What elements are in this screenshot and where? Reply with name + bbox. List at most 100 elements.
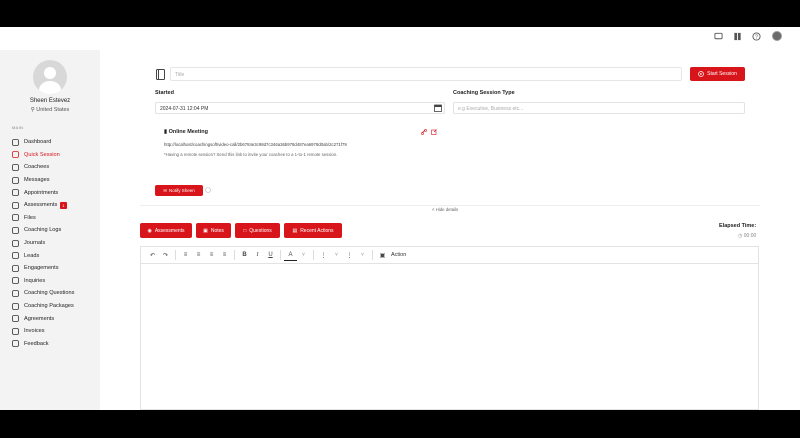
elapsed-time-label: Elapsed Time: bbox=[719, 223, 757, 229]
notes-tab-icon: ▣ bbox=[203, 227, 208, 234]
details-divider bbox=[140, 205, 760, 206]
sidebar-item-label: Quick Session bbox=[24, 151, 60, 158]
external-link-icon[interactable] bbox=[431, 129, 437, 135]
appointments-icon bbox=[11, 189, 19, 196]
video-icon: ▮ bbox=[164, 129, 168, 135]
title-row: Title Start Session bbox=[152, 67, 745, 81]
sidebar-section-label: MAIN bbox=[12, 125, 24, 130]
align-right-icon[interactable]: ≡ bbox=[205, 249, 218, 261]
tab-assessments[interactable]: ◉ Assessments bbox=[140, 223, 192, 238]
sidebar-item-appointments[interactable]: Appointments bbox=[11, 186, 96, 199]
tab-notes[interactable]: ▣ Notes bbox=[196, 223, 231, 238]
sidebar-item-assessments[interactable]: Assessments 1 bbox=[11, 199, 96, 212]
user-name: Sheen Estevez bbox=[29, 98, 71, 104]
svg-text:?: ? bbox=[755, 34, 758, 40]
tab-questions[interactable]: □ Questions bbox=[235, 223, 280, 238]
align-center-icon[interactable]: ≡ bbox=[192, 249, 205, 261]
started-input[interactable]: 2024-07-31 12:04 PM bbox=[155, 102, 445, 114]
numbered-list-icon[interactable]: ⋮ bbox=[343, 249, 356, 261]
sidebar-item-label: Journals bbox=[24, 240, 46, 247]
sidebar-item-label: Appointments bbox=[24, 189, 59, 196]
clock-icon: ◷ bbox=[738, 233, 743, 239]
chevron-down-icon[interactable]: ˅ bbox=[297, 249, 310, 261]
title-input[interactable]: Title bbox=[170, 67, 682, 81]
book-icon[interactable] bbox=[733, 32, 742, 41]
coaching-logs-icon bbox=[11, 227, 19, 234]
chevron-down-icon[interactable]: ˅ bbox=[330, 249, 343, 261]
agreements-icon bbox=[11, 315, 19, 322]
sidebar-item-inquiries[interactable]: Inquiries bbox=[11, 275, 96, 288]
sidebar-item-coaching-logs[interactable]: Coaching Logs bbox=[11, 224, 96, 237]
session-type-label: Coaching Session Type bbox=[453, 90, 515, 96]
sidebar-item-dashboard[interactable]: Dashboard bbox=[11, 136, 96, 149]
sidebar-item-label: Agreements bbox=[24, 315, 55, 322]
help-circle-icon[interactable]: ? bbox=[752, 32, 761, 41]
sidebar-nav: Dashboard Quick Session Coachees Messages Ap… bbox=[11, 136, 96, 350]
calendar-icon[interactable] bbox=[434, 104, 442, 112]
chat-icon[interactable] bbox=[714, 32, 723, 41]
coaching-questions-icon bbox=[11, 290, 19, 297]
sidebar-item-engagements[interactable]: Engagements bbox=[11, 262, 96, 275]
sidebar-item-coaching-questions[interactable]: Coaching Questions bbox=[11, 287, 96, 300]
sidebar-item-label: Messages bbox=[24, 177, 50, 184]
feedback-icon bbox=[11, 340, 19, 348]
sidebar-item-coaching-packages[interactable]: Coaching Packages bbox=[11, 300, 96, 313]
sidebar-item-messages[interactable]: Messages bbox=[11, 174, 96, 187]
start-session-button[interactable]: Start Session bbox=[690, 67, 745, 81]
questions-tab-icon: □ bbox=[243, 227, 247, 234]
messages-icon bbox=[11, 176, 19, 184]
align-justify-icon[interactable]: ≡ bbox=[218, 249, 231, 261]
sidebar-item-coachees[interactable]: Coachees bbox=[11, 161, 96, 174]
bullet-list-icon[interactable]: ⋮ bbox=[317, 249, 330, 261]
sidebar-item-label: Engagements bbox=[24, 265, 59, 272]
hide-details-toggle[interactable]: ˄ Hide details bbox=[432, 207, 458, 212]
user-avatar-small[interactable] bbox=[772, 31, 782, 41]
chevron-down-icon[interactable]: ˅ bbox=[356, 249, 369, 261]
notify-button[interactable]: ✉ Notify Sheen bbox=[155, 185, 203, 196]
redo-icon[interactable]: ↷ bbox=[159, 249, 172, 261]
sidebar-item-journals[interactable]: Journals bbox=[11, 237, 96, 250]
sidebar-item-quick-session[interactable]: Quick Session bbox=[11, 149, 96, 162]
underline-icon[interactable]: U bbox=[264, 249, 277, 261]
italic-icon[interactable]: I bbox=[251, 249, 264, 261]
editor-toolbar: ↶ ↷ ≡ ≡ ≡ ≡ B I U A ˅ ⋮ ˅ ⋮ ˅ ▣ Action bbox=[141, 247, 758, 264]
dashboard-icon bbox=[11, 138, 19, 146]
engagements-icon bbox=[11, 264, 19, 272]
chevron-up-icon: ˄ bbox=[432, 207, 435, 212]
elapsed-time-value: ◷ 00:00 bbox=[738, 233, 757, 239]
question-icon[interactable] bbox=[205, 187, 211, 193]
sidebar-item-label: Files bbox=[24, 214, 36, 221]
action-icon[interactable]: ▣ bbox=[376, 249, 389, 261]
online-meeting-title: ▮ Online Meeting bbox=[164, 129, 208, 135]
sidebar-item-agreements[interactable]: Agreements bbox=[11, 312, 96, 325]
tab-recent-actions[interactable]: ▤ Recent Actions bbox=[284, 223, 342, 238]
sidebar-item-files[interactable]: Files bbox=[11, 212, 96, 225]
action-button-label[interactable]: Action bbox=[391, 252, 406, 258]
sidebar-item-feedback[interactable]: Feedback bbox=[11, 338, 96, 351]
text-color-icon[interactable]: A bbox=[284, 249, 297, 261]
undo-icon[interactable]: ↶ bbox=[146, 249, 159, 261]
files-icon bbox=[11, 214, 19, 222]
session-type-input[interactable]: e.g Executive, Business etc... bbox=[453, 102, 745, 114]
document-icon bbox=[156, 69, 165, 80]
sidebar-item-leads[interactable]: Leads bbox=[11, 249, 96, 262]
sidebar-item-label: Coaching Logs bbox=[24, 227, 62, 234]
link-icon[interactable] bbox=[421, 129, 427, 135]
align-left-icon[interactable]: ≡ bbox=[179, 249, 192, 261]
sidebar-item-label: Dashboard bbox=[24, 139, 52, 146]
location-pin-icon: ⚲ bbox=[30, 107, 35, 113]
rich-text-editor[interactable]: ↶ ↷ ≡ ≡ ≡ ≡ B I U A ˅ ⋮ ˅ ⋮ ˅ ▣ Action bbox=[140, 246, 759, 410]
recent-actions-tab-icon: ▤ bbox=[292, 227, 298, 234]
meeting-url[interactable]: http://localhost/coachingsoft/video-call… bbox=[164, 142, 347, 147]
leads-icon bbox=[11, 252, 19, 259]
invoices-icon bbox=[11, 327, 19, 335]
sidebar-item-label: Coaching Packages bbox=[24, 303, 74, 310]
sidebar-item-label: Coaching Questions bbox=[24, 290, 75, 297]
coaching-packages-icon bbox=[11, 302, 19, 310]
bold-icon[interactable]: B bbox=[238, 249, 251, 261]
top-bar: ? bbox=[0, 27, 800, 47]
notification-badge: 1 bbox=[60, 201, 67, 209]
sidebar-item-invoices[interactable]: Invoices bbox=[11, 325, 96, 338]
assessments-icon bbox=[11, 201, 19, 209]
quick-session-icon bbox=[11, 151, 19, 159]
